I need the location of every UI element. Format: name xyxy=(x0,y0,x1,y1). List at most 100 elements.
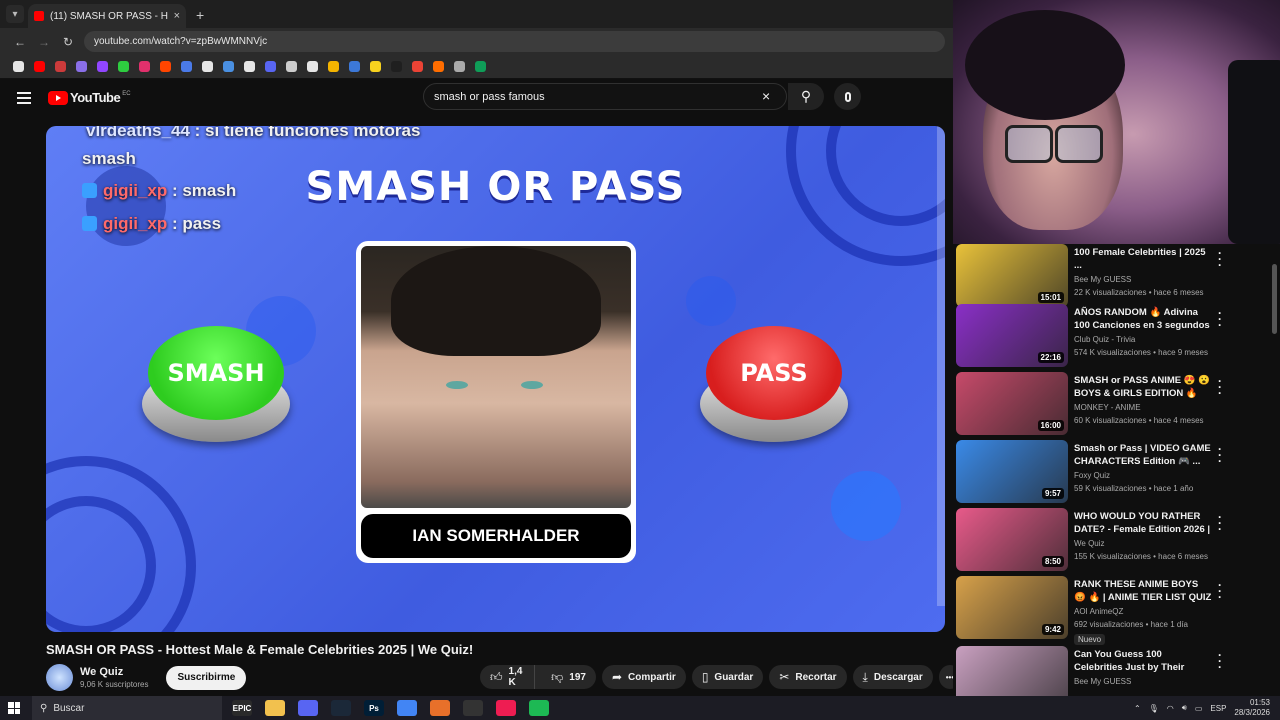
search-input[interactable]: smash or pass famous xyxy=(423,83,787,110)
recommended-title[interactable]: AÑOS RANDOM 🔥 Adivina 100 Canciones en 3… xyxy=(1074,306,1212,332)
bookmark-icon[interactable] xyxy=(13,61,24,72)
url-field[interactable]: youtube.com/watch?v=zpBwWMNNVjc xyxy=(84,31,945,52)
bookmark-icon[interactable] xyxy=(55,61,66,72)
more-options-icon[interactable]: · · · xyxy=(1218,649,1222,673)
taskbar-app-icon[interactable] xyxy=(529,700,549,716)
microphone-tray-icon[interactable]: 🎙︎ xyxy=(1149,704,1159,713)
video-thumbnail[interactable]: 15:01 xyxy=(956,244,1068,307)
share-button[interactable]: ➦ Compartir xyxy=(601,665,686,689)
bookmark-icon[interactable] xyxy=(433,61,444,72)
bookmark-icon[interactable] xyxy=(244,61,255,72)
taskbar-app-icon[interactable] xyxy=(397,700,417,716)
recommended-video[interactable]: 15:01 100 Female Celebrities | 2025 ... Be… xyxy=(956,244,1268,310)
recommended-channel[interactable]: MONKEY - ANIME xyxy=(1074,403,1212,412)
recommended-video[interactable]: 16:00 SMASH or PASS ANIME 😍 😮 BOYS & GIRL… xyxy=(956,372,1268,438)
youtube-logo[interactable]: YouTube EC xyxy=(48,90,131,105)
recommended-title[interactable]: Smash or Pass | VIDEO GAME CHARACTERS Ed… xyxy=(1074,442,1212,468)
bookmark-icon[interactable] xyxy=(454,61,465,72)
taskbar-app-icon[interactable] xyxy=(496,700,516,716)
video-player[interactable]: vlrdeaths_44 : si tiene funciones motora… xyxy=(46,126,945,632)
download-button[interactable]: ⤓ Descargar xyxy=(852,665,933,689)
bookmark-icon[interactable] xyxy=(370,61,381,72)
more-options-icon[interactable]: · · · xyxy=(1218,247,1222,271)
recommended-channel[interactable]: AOI AnimeQZ xyxy=(1074,607,1212,616)
battery-icon[interactable]: ▭ xyxy=(1195,704,1203,713)
taskbar-app-icon[interactable] xyxy=(265,700,285,716)
back-arrow-icon[interactable]: ← xyxy=(8,35,32,49)
video-thumbnail[interactable]: 8:50 xyxy=(956,508,1068,571)
taskbar-app-icon[interactable] xyxy=(331,700,351,716)
bookmark-icon[interactable] xyxy=(202,61,213,72)
player-scrollbar[interactable] xyxy=(937,126,945,606)
recommended-channel[interactable]: We Quiz xyxy=(1074,539,1212,548)
language-indicator[interactable]: ESP xyxy=(1210,704,1226,713)
clock[interactable]: 01:53 28/3/2026 xyxy=(1234,698,1270,718)
like-button[interactable]: 👍︎ 1,4 K xyxy=(480,665,536,689)
clear-search-icon[interactable]: × xyxy=(762,88,770,104)
bookmark-icon[interactable] xyxy=(223,61,234,72)
search-button[interactable]: ⚲ xyxy=(788,83,824,110)
taskbar-app-icon[interactable] xyxy=(430,700,450,716)
dislike-button[interactable]: 👎︎ 197 xyxy=(541,670,596,685)
taskbar-app-icon[interactable]: EPIC xyxy=(232,700,252,716)
more-options-icon[interactable]: · · · xyxy=(1218,511,1222,535)
recommended-video[interactable]: Can You Guess 100 Celebrities Just by Th… xyxy=(956,646,1268,696)
bookmark-icon[interactable] xyxy=(391,61,402,72)
recommended-title[interactable]: SMASH or PASS ANIME 😍 😮 BOYS & GIRLS EDI… xyxy=(1074,374,1212,400)
channel-avatar[interactable] xyxy=(46,664,73,691)
recommended-title[interactable]: WHO WOULD YOU RATHER DATE? - Female Edit… xyxy=(1074,510,1212,536)
menu-icon[interactable] xyxy=(17,92,31,107)
recommended-video[interactable]: 8:50 WHO WOULD YOU RATHER DATE? - Female … xyxy=(956,508,1268,574)
reload-icon[interactable]: ↻ xyxy=(56,35,80,49)
recommended-title[interactable]: Can You Guess 100 Celebrities Just by Th… xyxy=(1074,648,1212,674)
new-tab-button[interactable]: + xyxy=(196,7,204,23)
bookmark-icon[interactable] xyxy=(34,61,45,72)
recommended-video[interactable]: 22:16 AÑOS RANDOM 🔥 Adivina 100 Canciones… xyxy=(956,304,1268,370)
tab-search-button[interactable]: ▾ xyxy=(6,5,24,23)
bookmark-icon[interactable] xyxy=(349,61,360,72)
more-options-icon[interactable]: · · · xyxy=(1218,579,1222,603)
bookmark-icon[interactable] xyxy=(286,61,297,72)
save-button[interactable]: ▯ Guardar xyxy=(691,665,764,689)
forward-arrow-icon[interactable]: → xyxy=(32,35,56,49)
bookmark-icon[interactable] xyxy=(475,61,486,72)
recommended-title[interactable]: 100 Female Celebrities | 2025 ... xyxy=(1074,246,1212,272)
video-thumbnail[interactable]: 9:57 xyxy=(956,440,1068,503)
recommended-title[interactable]: RANK THESE ANIME BOYS 😡 🔥 | ANIME TIER L… xyxy=(1074,578,1212,604)
more-options-icon[interactable]: · · · xyxy=(1218,307,1222,331)
volume-icon[interactable]: 🔊︎ xyxy=(1182,703,1187,713)
recommended-video[interactable]: 9:57 Smash or Pass | VIDEO GAME CHARACTER… xyxy=(956,440,1268,506)
sidebar-scrollbar[interactable] xyxy=(1272,264,1277,334)
wifi-icon[interactable]: ◠ xyxy=(1167,704,1174,713)
recommended-video[interactable]: 9:42 RANK THESE ANIME BOYS 😡 🔥 | ANIME TI… xyxy=(956,576,1268,645)
recommended-channel[interactable]: Bee My GUESS xyxy=(1074,677,1212,686)
tab-close-icon[interactable]: × xyxy=(174,10,180,22)
tab-youtube[interactable]: (11) SMASH OR PASS - Hottest × xyxy=(28,4,186,28)
bookmark-icon[interactable] xyxy=(307,61,318,72)
recommended-channel[interactable]: Bee My GUESS xyxy=(1074,275,1212,284)
more-options-icon[interactable]: · · · xyxy=(1218,443,1222,467)
bookmark-icon[interactable] xyxy=(412,61,423,72)
bookmark-icon[interactable] xyxy=(181,61,192,72)
video-thumbnail[interactable] xyxy=(956,646,1068,696)
subscribe-button[interactable]: Suscribirme xyxy=(166,665,247,690)
more-options-icon[interactable]: · · · xyxy=(1218,375,1222,399)
recommended-channel[interactable]: Club Quiz - Trivia xyxy=(1074,335,1212,344)
bookmark-icon[interactable] xyxy=(265,61,276,72)
bookmark-icon[interactable] xyxy=(76,61,87,72)
taskbar-app-icon[interactable]: Ps xyxy=(364,700,384,716)
bookmark-icon[interactable] xyxy=(328,61,339,72)
start-button[interactable] xyxy=(0,702,28,714)
bookmark-icon[interactable] xyxy=(97,61,108,72)
voice-search-button[interactable] xyxy=(834,83,861,110)
taskbar-app-icon[interactable] xyxy=(298,700,318,716)
bookmark-icon[interactable] xyxy=(139,61,150,72)
bookmark-icon[interactable] xyxy=(160,61,171,72)
tray-chevron-icon[interactable]: ⌃ xyxy=(1134,704,1141,713)
recommended-channel[interactable]: Foxy Quiz xyxy=(1074,471,1212,480)
bookmark-icon[interactable] xyxy=(118,61,129,72)
video-thumbnail[interactable]: 22:16 xyxy=(956,304,1068,367)
taskbar-search[interactable]: ⚲ Buscar xyxy=(32,696,222,720)
video-thumbnail[interactable]: 16:00 xyxy=(956,372,1068,435)
clip-button[interactable]: ✂ Recortar xyxy=(769,665,847,689)
